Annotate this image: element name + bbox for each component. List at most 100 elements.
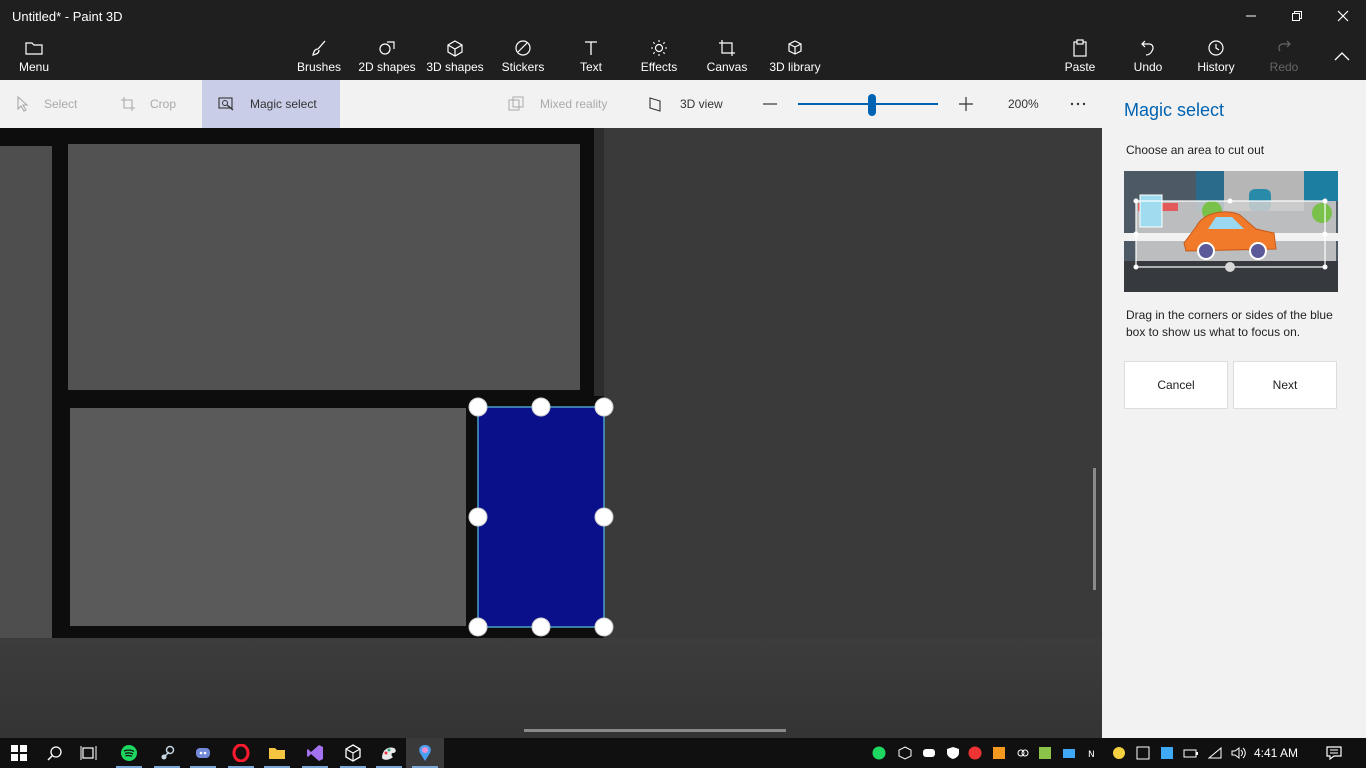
- unity-taskbar-button[interactable]: [334, 738, 372, 768]
- selection-handle-top: [531, 397, 551, 417]
- tray-security[interactable]: [942, 738, 964, 768]
- 3d-view-button[interactable]: 3D view: [648, 80, 723, 128]
- zoom-level[interactable]: 200%: [1008, 80, 1039, 128]
- text-button[interactable]: Text: [570, 32, 612, 80]
- sun-icon: [650, 38, 668, 58]
- 2d-shapes-button[interactable]: 2D shapes: [356, 32, 418, 80]
- effects-button[interactable]: Effects: [636, 32, 682, 80]
- paint-3d-taskbar-button[interactable]: [406, 738, 444, 768]
- start-button[interactable]: [0, 738, 38, 768]
- search-button[interactable]: [36, 738, 74, 768]
- canvas-workspace[interactable]: [0, 128, 1102, 738]
- visual-studio-taskbar-button[interactable]: [296, 738, 334, 768]
- stickers-button[interactable]: Stickers: [496, 32, 550, 80]
- magic-select-label: Magic select: [250, 97, 317, 111]
- 3d-shapes-label: 3D shapes: [426, 60, 484, 74]
- undo-button[interactable]: Undo: [1128, 32, 1168, 80]
- restore-icon: [1292, 11, 1302, 21]
- mixed-reality-button[interactable]: Mixed reality: [508, 80, 607, 128]
- undo-label: Undo: [1133, 60, 1163, 74]
- green-app-icon: [1039, 747, 1051, 759]
- canvas-button[interactable]: Canvas: [704, 32, 750, 80]
- workspace-lower-region: [0, 638, 1102, 738]
- main-ribbon: Menu Brushes 2D shapes 3D shapes Sticker…: [0, 32, 1366, 80]
- paint-taskbar-button[interactable]: [370, 738, 408, 768]
- zoom-out-button[interactable]: [760, 80, 780, 128]
- cube-icon: [446, 38, 464, 58]
- 3d-library-button[interactable]: 3D library: [766, 32, 824, 80]
- redo-icon: [1275, 38, 1293, 58]
- vertical-scrollbar: [1093, 468, 1096, 590]
- zoom-in-button[interactable]: [956, 80, 976, 128]
- tray-link[interactable]: [1012, 738, 1034, 768]
- 2d-shapes-icon: [377, 38, 397, 58]
- more-options-button[interactable]: [1068, 80, 1088, 128]
- tray-app-green[interactable]: [1034, 738, 1056, 768]
- tray-volume[interactable]: [1228, 738, 1250, 768]
- menu-label: Menu: [18, 60, 50, 74]
- crop-icon: [120, 96, 136, 112]
- task-view-button[interactable]: [70, 738, 108, 768]
- tray-app-grid[interactable]: [1132, 738, 1154, 768]
- close-icon: [1337, 10, 1349, 22]
- selection-handle-bottom-left: [468, 617, 488, 637]
- 3d-shapes-button[interactable]: 3D shapes: [424, 32, 486, 80]
- spotify-icon: [121, 745, 137, 761]
- action-center-button[interactable]: [1322, 738, 1346, 768]
- menu-button[interactable]: Menu: [10, 32, 58, 80]
- tray-battery[interactable]: [1180, 738, 1202, 768]
- file-explorer-icon: [269, 748, 285, 759]
- panel-instructions: Drag in the corners or sides of the blue…: [1126, 308, 1333, 339]
- ellipsis-icon: [1070, 102, 1086, 106]
- network-app-icon: [1161, 747, 1173, 759]
- tray-app-blue[interactable]: [1058, 738, 1080, 768]
- svg-text:N: N: [1088, 750, 1095, 760]
- canvas-left-panel: [0, 146, 52, 638]
- paste-button[interactable]: Paste: [1060, 32, 1100, 80]
- spotify-taskbar-button[interactable]: [110, 738, 148, 768]
- tray-app-yellow[interactable]: [1108, 738, 1130, 768]
- wifi-icon: [1207, 746, 1222, 759]
- notification-icon: [1326, 746, 1342, 760]
- steam-taskbar-button[interactable]: [148, 738, 186, 768]
- selection-handle-right: [594, 507, 614, 527]
- tray-app-red[interactable]: [964, 738, 986, 768]
- redo-button[interactable]: Redo: [1264, 32, 1304, 80]
- battery-icon: [1183, 749, 1198, 758]
- canvas-right-edge: [594, 128, 604, 396]
- file-explorer-taskbar-button[interactable]: [258, 738, 296, 768]
- tray-unity[interactable]: [894, 738, 916, 768]
- tray-app-network[interactable]: [1156, 738, 1178, 768]
- discord-tray-icon: [923, 749, 935, 757]
- select-button[interactable]: Select: [16, 80, 77, 128]
- restore-button[interactable]: [1274, 0, 1320, 32]
- clipboard-icon: [1072, 38, 1088, 58]
- brushes-button[interactable]: Brushes: [292, 32, 346, 80]
- canvas-drawing[interactable]: [0, 128, 1102, 738]
- spotify-tray-icon: [872, 746, 886, 760]
- taskbar-clock[interactable]: 4:41 AM: [1254, 738, 1298, 768]
- chevron-up-icon: [1334, 52, 1350, 61]
- paint-icon: [382, 747, 396, 760]
- close-button[interactable]: [1320, 0, 1366, 32]
- collapse-ribbon-button[interactable]: [1326, 32, 1358, 80]
- next-button[interactable]: Next: [1233, 361, 1337, 409]
- crop-button[interactable]: Crop: [120, 80, 176, 128]
- tray-spotify[interactable]: [868, 738, 890, 768]
- cancel-button[interactable]: Cancel: [1124, 361, 1228, 409]
- tray-app-orange[interactable]: [988, 738, 1010, 768]
- taskbar: N 4:41 AM: [0, 738, 1366, 768]
- tray-app-nx[interactable]: N: [1084, 738, 1106, 768]
- minimize-button[interactable]: [1228, 0, 1274, 32]
- tray-discord[interactable]: [918, 738, 940, 768]
- magic-select-button[interactable]: Magic select: [202, 80, 340, 128]
- opera-taskbar-button[interactable]: [222, 738, 260, 768]
- blue-app-icon: [1063, 749, 1075, 758]
- zoom-slider-thumb[interactable]: [868, 94, 877, 116]
- panel-subtitle: Choose an area to cut out: [1126, 143, 1265, 157]
- 3d-view-icon: [648, 96, 664, 112]
- canvas-icon: [718, 38, 736, 58]
- discord-taskbar-button[interactable]: [184, 738, 222, 768]
- history-button[interactable]: History: [1192, 32, 1240, 80]
- tray-wifi[interactable]: [1204, 738, 1226, 768]
